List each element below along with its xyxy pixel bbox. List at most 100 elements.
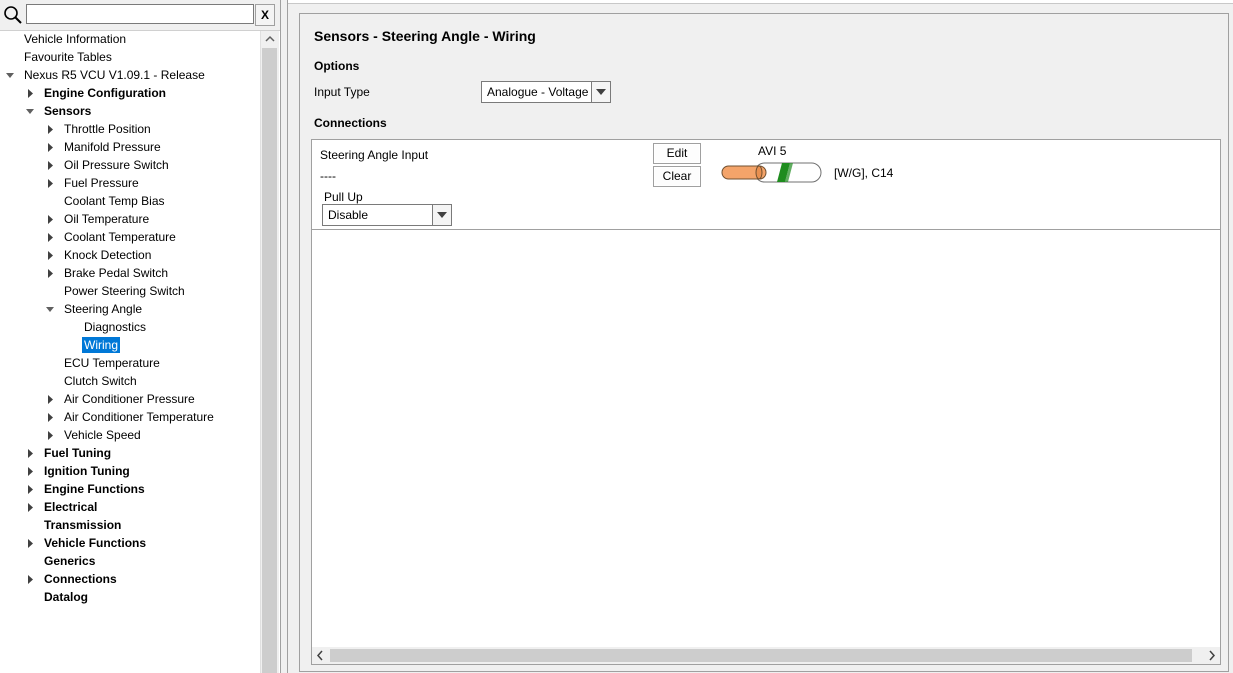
expand-arrow-icon[interactable] xyxy=(45,266,55,282)
input-type-select[interactable]: Analogue - Voltage xyxy=(481,81,611,103)
tree-item[interactable]: Sensors xyxy=(0,103,260,121)
tree-item-label: Nexus R5 VCU V1.09.1 - Release xyxy=(24,68,205,82)
tree-item-label: Coolant Temperature xyxy=(64,230,176,244)
expand-arrow-icon[interactable] xyxy=(25,464,35,480)
collapse-arrow-icon[interactable] xyxy=(25,104,35,120)
tree-item[interactable]: Favourite Tables xyxy=(0,49,260,67)
tree-item-label: Fuel Pressure xyxy=(64,176,139,190)
connections-heading: Connections xyxy=(314,116,387,130)
tree-item[interactable]: Clutch Switch xyxy=(0,373,260,391)
expand-arrow-icon[interactable] xyxy=(25,482,35,498)
tree-item[interactable]: Air Conditioner Pressure xyxy=(0,391,260,409)
tree-item[interactable]: Vehicle Functions xyxy=(0,535,260,553)
tree-item-label: Knock Detection xyxy=(64,248,152,262)
edit-button[interactable]: Edit xyxy=(653,143,701,164)
dropdown-button[interactable] xyxy=(432,205,451,225)
expand-arrow-icon[interactable] xyxy=(45,230,55,246)
tree-item[interactable]: Knock Detection xyxy=(0,247,260,265)
wire-info: [W/G], C14 xyxy=(834,166,894,180)
tree-item-label: Air Conditioner Temperature xyxy=(64,410,214,424)
tree-item[interactable]: Vehicle Speed xyxy=(0,427,260,445)
tree-item[interactable]: Steering Angle xyxy=(0,301,260,319)
tree-item-label: Favourite Tables xyxy=(24,50,112,64)
tree-item[interactable]: Engine Functions xyxy=(0,481,260,499)
tree-item-label: Sensors xyxy=(44,104,92,118)
tree-item[interactable]: Datalog xyxy=(0,589,260,607)
expand-arrow-icon[interactable] xyxy=(25,572,35,588)
tree-item-label: Air Conditioner Pressure xyxy=(64,392,195,406)
expand-arrow-icon[interactable] xyxy=(45,248,55,264)
scroll-up-icon[interactable] xyxy=(261,31,279,47)
tree-item[interactable]: Coolant Temperature xyxy=(0,229,260,247)
tree-item-label: Transmission xyxy=(44,518,122,532)
pull-up-select[interactable]: Disable xyxy=(322,204,452,226)
search-input[interactable] xyxy=(26,4,254,24)
tree-item[interactable]: Nexus R5 VCU V1.09.1 - Release xyxy=(0,67,260,85)
tree-item[interactable]: Fuel Pressure xyxy=(0,175,260,193)
search-icon[interactable] xyxy=(3,5,23,25)
collapse-arrow-icon[interactable] xyxy=(5,68,15,84)
tree-item-label: Steering Angle xyxy=(64,302,143,316)
connection-value: ---- xyxy=(320,169,336,183)
expand-arrow-icon[interactable] xyxy=(45,158,55,174)
tree-vertical-scrollbar[interactable] xyxy=(260,31,279,673)
main-panel: Sensors - Steering Angle - Wiring Option… xyxy=(287,0,1233,673)
options-heading: Options xyxy=(314,59,360,73)
tree-item-label: Coolant Temp Bias xyxy=(64,194,165,208)
clear-button[interactable]: Clear xyxy=(653,166,701,187)
tree-item[interactable]: Wiring xyxy=(0,337,260,355)
tree-item[interactable]: Ignition Tuning xyxy=(0,463,260,481)
tree-item-label: Vehicle Functions xyxy=(44,536,147,550)
expand-arrow-icon[interactable] xyxy=(45,392,55,408)
tree-item[interactable]: ECU Temperature xyxy=(0,355,260,373)
scroll-right-icon[interactable] xyxy=(1203,647,1220,664)
scrollbar-thumb[interactable] xyxy=(330,649,1192,662)
expand-arrow-icon[interactable] xyxy=(45,410,55,426)
input-type-label: Input Type xyxy=(314,85,370,99)
tab-strip xyxy=(288,0,1233,4)
tree-item[interactable]: Vehicle Information xyxy=(0,31,260,49)
tree-item-label: Clutch Switch xyxy=(64,374,137,388)
tree-item[interactable]: Manifold Pressure xyxy=(0,139,260,157)
tree-item[interactable]: Diagnostics xyxy=(0,319,260,337)
tree-item[interactable]: Oil Pressure Switch xyxy=(0,157,260,175)
expand-arrow-icon[interactable] xyxy=(45,176,55,192)
expand-arrow-icon[interactable] xyxy=(45,212,55,228)
tree-item[interactable]: Generics xyxy=(0,553,260,571)
navigation-panel: X Vehicle Information Favourite Tables Nex… xyxy=(0,0,281,673)
tree-item[interactable]: Throttle Position xyxy=(0,121,260,139)
expand-arrow-icon[interactable] xyxy=(25,86,35,102)
tree-item[interactable]: Engine Configuration xyxy=(0,85,260,103)
tree-item[interactable]: Air Conditioner Temperature xyxy=(0,409,260,427)
tree-item[interactable]: Coolant Temp Bias xyxy=(0,193,260,211)
tree-item-label: Ignition Tuning xyxy=(44,464,130,478)
clear-search-button[interactable]: X xyxy=(255,4,275,26)
dropdown-button[interactable] xyxy=(591,82,610,102)
tree-item[interactable]: Transmission xyxy=(0,517,260,535)
tree-item-label: ECU Temperature xyxy=(64,356,160,370)
expand-arrow-icon[interactable] xyxy=(25,500,35,516)
dropdown-arrow-icon xyxy=(437,212,447,218)
pull-up-label: Pull Up xyxy=(324,190,363,204)
collapse-arrow-icon[interactable] xyxy=(45,302,55,318)
expand-arrow-icon[interactable] xyxy=(25,536,35,552)
tree-item-label: Manifold Pressure xyxy=(64,140,161,154)
tree-item-label: Throttle Position xyxy=(64,122,151,136)
expand-arrow-icon[interactable] xyxy=(45,428,55,444)
tree-item[interactable]: Fuel Tuning xyxy=(0,445,260,463)
tree-item[interactable]: Oil Temperature xyxy=(0,211,260,229)
tree-item-label: Vehicle Information xyxy=(24,32,127,46)
tree-item[interactable]: Connections xyxy=(0,571,260,589)
tree-item-label: Engine Functions xyxy=(44,482,145,496)
tree-item-label: Diagnostics xyxy=(84,320,147,334)
input-type-value: Analogue - Voltage xyxy=(487,85,589,99)
scroll-left-icon[interactable] xyxy=(312,647,329,664)
tree-item[interactable]: Brake Pedal Switch xyxy=(0,265,260,283)
tree-item[interactable]: Electrical xyxy=(0,499,260,517)
tree-item[interactable]: Power Steering Switch xyxy=(0,283,260,301)
expand-arrow-icon[interactable] xyxy=(45,122,55,138)
horizontal-scrollbar[interactable] xyxy=(312,647,1220,664)
scrollbar-thumb[interactable] xyxy=(262,48,277,673)
expand-arrow-icon[interactable] xyxy=(25,446,35,462)
expand-arrow-icon[interactable] xyxy=(45,140,55,156)
